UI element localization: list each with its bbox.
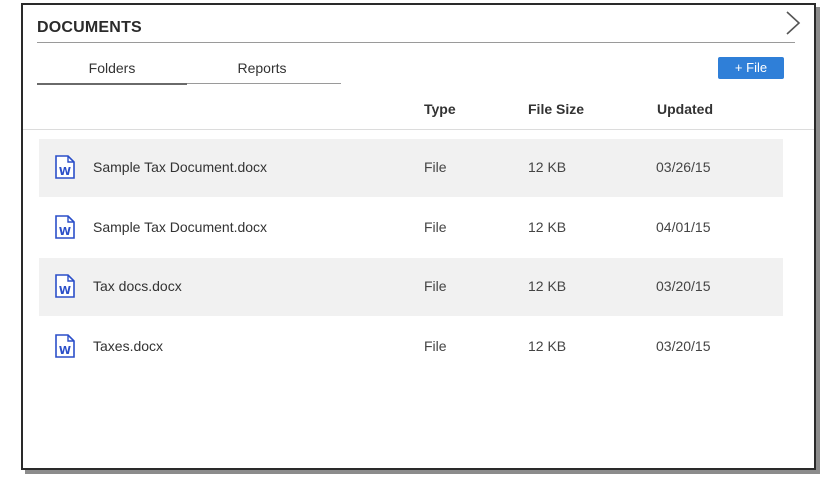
chevron-right-icon[interactable] [779, 9, 805, 37]
panel-title: DOCUMENTS [37, 19, 142, 36]
file-name[interactable]: Taxes.docx [93, 338, 163, 354]
table-row[interactable]: W Sample Tax Document.docx File 12 KB 03… [39, 139, 783, 197]
file-type: File [424, 278, 447, 295]
svg-text:W: W [59, 165, 71, 178]
file-updated: 03/20/15 [656, 278, 711, 295]
panel-header: DOCUMENTS [37, 5, 801, 43]
word-document-icon: W [55, 155, 75, 179]
tab-folders[interactable]: Folders [37, 60, 187, 76]
file-updated: 03/26/15 [656, 159, 711, 175]
file-type: File [424, 338, 447, 355]
file-type: File [424, 218, 447, 235]
svg-text:W: W [59, 344, 71, 357]
column-header-type[interactable]: Type [424, 101, 456, 117]
file-name[interactable]: Tax docs.docx [93, 278, 182, 294]
add-file-button[interactable]: + File [718, 57, 784, 79]
table-row[interactable]: W Sample Tax Document.docx File 12 KB 04… [39, 199, 783, 257]
tab-reports[interactable]: Reports [187, 60, 337, 76]
svg-text:W: W [59, 284, 71, 297]
documents-panel: DOCUMENTS Folders Reports + File Type Fi… [21, 3, 816, 470]
file-size: 12 KB [528, 218, 567, 235]
table-row[interactable]: W Taxes.docx File 12 KB 03/20/15 [39, 318, 783, 376]
tab-bar: Folders Reports [37, 53, 341, 85]
table-row[interactable]: W Tax docs.docx File 12 KB 03/20/15 [39, 258, 783, 317]
word-document-icon: W [55, 214, 75, 239]
word-document-icon: W [55, 334, 75, 358]
file-size: 12 KB [528, 338, 567, 355]
file-name[interactable]: Sample Tax Document.docx [93, 159, 267, 175]
file-updated: 03/20/15 [656, 338, 711, 355]
file-size: 12 KB [528, 159, 567, 175]
word-document-icon: W [55, 274, 75, 299]
file-updated: 04/01/15 [656, 218, 711, 235]
file-name[interactable]: Sample Tax Document.docx [93, 219, 267, 235]
column-header-updated[interactable]: Updated [657, 101, 713, 117]
file-size: 12 KB [528, 278, 567, 295]
column-header-file-size[interactable]: File Size [528, 101, 584, 117]
file-type: File [424, 159, 447, 175]
svg-text:W: W [59, 225, 71, 238]
file-list: W Sample Tax Document.docx File 12 KB 03… [39, 139, 783, 378]
active-tab-indicator [37, 83, 187, 85]
header-divider [23, 129, 814, 130]
